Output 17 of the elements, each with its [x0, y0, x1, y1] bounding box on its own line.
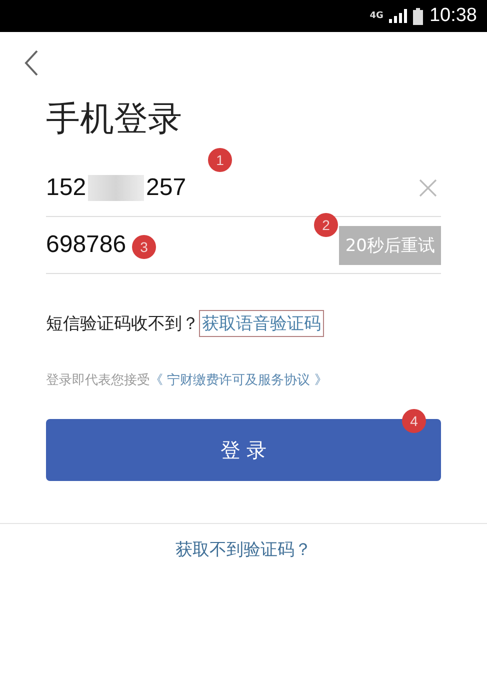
phone-field[interactable]: 152 257: [46, 174, 186, 202]
network-label: 4G: [370, 11, 384, 21]
number-badge: 2: [314, 213, 338, 237]
number-badge: 3: [132, 235, 156, 259]
number-badge: 1: [208, 148, 232, 172]
code-field[interactable]: 698786: [46, 231, 126, 259]
voice-code-link[interactable]: 获取语音验证码: [199, 310, 324, 337]
hint-text: 短信验证码收不到？: [46, 313, 199, 335]
page-title: 手机登录: [46, 98, 183, 141]
number-badge: 4: [402, 409, 426, 433]
clock: 10:38: [429, 5, 477, 27]
agreement-link[interactable]: 《 宁财缴费许可及服务协议 》: [150, 373, 328, 388]
back-icon[interactable]: [24, 50, 38, 76]
battery-icon: [413, 8, 424, 24]
signal-icon: [389, 9, 408, 23]
help-link[interactable]: 获取不到验证码？: [176, 540, 312, 560]
agreement-text: 登录即代表您接受: [46, 373, 150, 388]
